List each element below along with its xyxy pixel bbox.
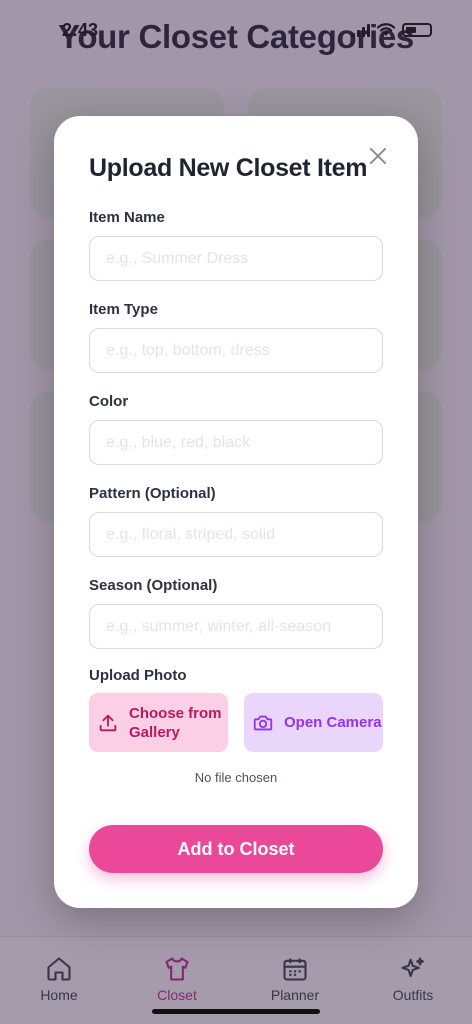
pattern-field: Pattern (Optional) [89, 485, 383, 557]
season-field: Season (Optional) [89, 577, 383, 649]
field-label: Pattern (Optional) [89, 485, 216, 502]
choose-gallery-button[interactable]: Choose from Gallery [89, 693, 228, 752]
item-type-field: Item Type [89, 301, 383, 373]
upload-photo-label: Upload Photo [89, 667, 187, 684]
open-camera-button[interactable]: Open Camera [244, 693, 383, 752]
field-label: Color [89, 393, 129, 410]
upload-icon [99, 714, 117, 731]
color-input[interactable] [89, 420, 383, 465]
color-field: Color [89, 393, 383, 465]
upload-options: Choose from Gallery Open Camera [89, 693, 383, 752]
camera-icon [253, 715, 273, 730]
close-icon[interactable] [368, 146, 388, 166]
home-indicator [152, 1009, 320, 1014]
upload-item-modal: Upload New Closet Item Item Name Item Ty… [54, 116, 418, 908]
camera-button-label: Open Camera [284, 714, 382, 731]
file-status-text: No file chosen [194, 770, 278, 785]
gallery-button-label: Choose from Gallery [129, 704, 222, 741]
field-label: Season (Optional) [89, 577, 218, 594]
add-to-closet-button[interactable]: Add to Closet [89, 825, 383, 873]
item-type-input[interactable] [89, 328, 383, 373]
field-label: Item Name [89, 209, 165, 226]
modal-title: Upload New Closet Item [89, 154, 368, 182]
item-name-input[interactable] [89, 236, 383, 281]
season-input[interactable] [89, 604, 383, 649]
item-name-field: Item Name [89, 209, 383, 281]
pattern-input[interactable] [89, 512, 383, 557]
field-label: Item Type [89, 301, 158, 318]
